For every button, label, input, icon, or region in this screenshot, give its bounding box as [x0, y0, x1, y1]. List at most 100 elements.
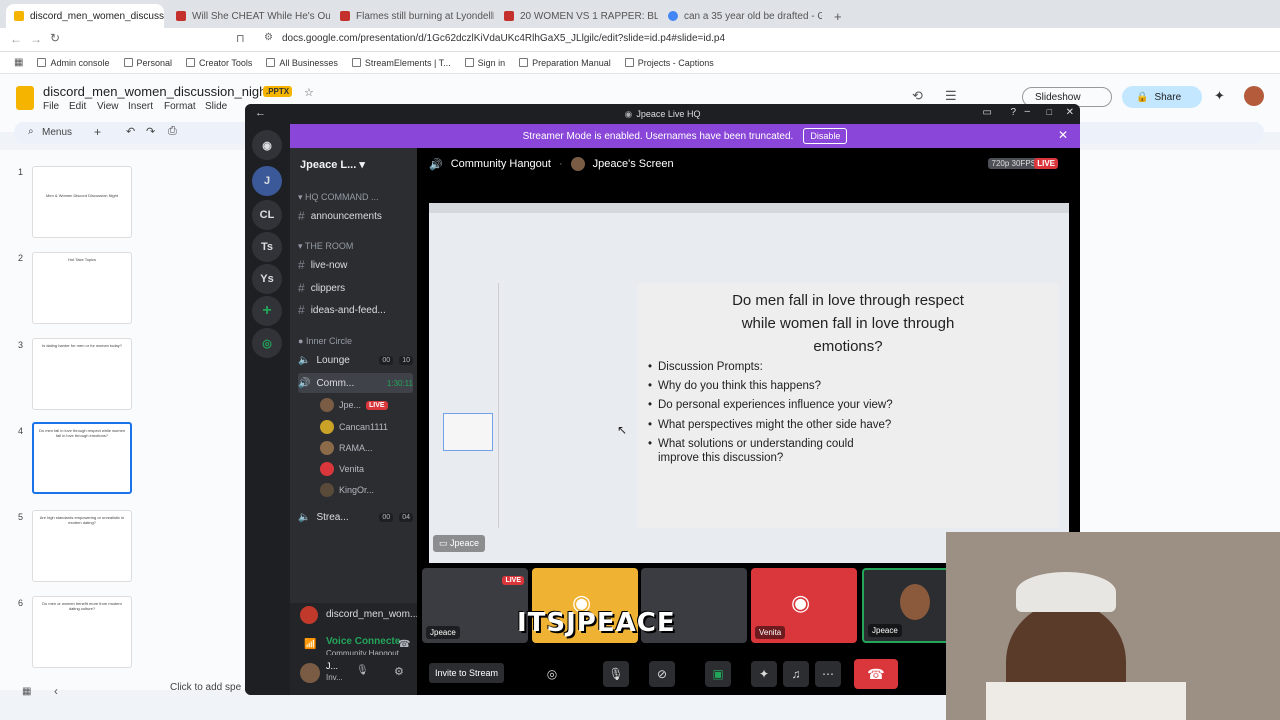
stream-selected-thumbnail	[443, 413, 493, 451]
maximize-icon[interactable]: □	[1047, 107, 1052, 117]
activity-icon[interactable]: ◎	[539, 661, 565, 687]
site-info-icon[interactable]: ⚙	[264, 32, 273, 43]
print-icon[interactable]: ⎙	[168, 125, 177, 138]
server-icon[interactable]: CL	[252, 200, 282, 230]
bookmark-item[interactable]: Admin console	[37, 58, 110, 68]
server-icon[interactable]: Ys	[252, 264, 282, 294]
slide-thumbnail[interactable]: Hot Take Topics	[32, 252, 132, 324]
history-icon[interactable]: ⟲	[912, 88, 923, 104]
bookmark-item[interactable]: Sign in	[464, 58, 505, 68]
channel-lounge[interactable]: 🔈 Lounge 00 10	[298, 350, 413, 370]
add-server-icon[interactable]: +	[252, 296, 282, 326]
menu-format[interactable]: Format	[164, 101, 196, 112]
channel-stream[interactable]: 🔈 Strea... 00 04	[298, 507, 413, 527]
minimize-icon[interactable]: –	[1024, 106, 1030, 117]
undo-icon[interactable]: ↶	[126, 125, 135, 138]
slide-thumbnail[interactable]: Is dating harder for men or for women to…	[32, 338, 132, 410]
category-inner[interactable]: ● Inner Circle	[298, 336, 352, 346]
url-field[interactable]: docs.google.com/presentation/d/1Gc62dczl…	[282, 33, 725, 44]
account-avatar[interactable]	[1244, 86, 1264, 106]
menu-slide[interactable]: Slide	[205, 101, 227, 112]
slide-thumbnail[interactable]: Are high standards empowering or unreali…	[32, 510, 132, 582]
comments-icon[interactable]: ☰	[945, 88, 957, 104]
signal-icon: 📶	[304, 639, 317, 650]
bookmark-item[interactable]: Preparation Manual	[519, 58, 611, 68]
redo-icon[interactable]: ↷	[146, 125, 155, 138]
share-button[interactable]: 🔒 Share	[1122, 86, 1202, 108]
microphone-icon[interactable]: 🎙	[356, 665, 369, 676]
bookmark-item[interactable]: Projects - Captions	[624, 58, 714, 68]
direct-messages-icon[interactable]: ◉	[252, 130, 282, 160]
browser-tab[interactable]: Will She CHEAT While He's Out Of To	[168, 4, 330, 28]
document-title[interactable]: discord_men_women_discussion_night	[43, 84, 270, 99]
channel-timer: 1:30:11	[386, 378, 413, 388]
close-icon[interactable]: ✕	[1058, 128, 1068, 142]
bookmark-item[interactable]: All Businesses	[266, 58, 338, 68]
help-icon[interactable]: ?	[1010, 107, 1016, 118]
slide-thumbnail[interactable]: Men & Women Discord Discussion Night	[32, 166, 132, 238]
bookmark-icon[interactable]: ⊓	[236, 32, 245, 45]
microphone-icon[interactable]: 🎙	[603, 661, 629, 687]
voice-user[interactable]: KingOr...	[320, 481, 374, 499]
apps-icon[interactable]: ▦	[14, 57, 23, 68]
inbox-icon[interactable]: ▭	[983, 107, 992, 118]
voice-user[interactable]: Venita	[320, 460, 364, 478]
menu-file[interactable]: File	[43, 101, 59, 112]
server-header[interactable]: Jpeace L... ▾	[290, 148, 417, 178]
browser-tab-active[interactable]: discord_men_women_discussio✕	[6, 4, 164, 28]
bookmark-item[interactable]: StreamElements | T...	[351, 58, 451, 68]
back-icon[interactable]: ←	[255, 107, 266, 119]
voice-user[interactable]: Cancan1111	[320, 418, 388, 436]
browser-tab[interactable]: 20 WOMEN VS 1 RAPPER: BLOODHO	[496, 4, 658, 28]
server-icon[interactable]: Ts	[252, 232, 282, 262]
new-tab-button[interactable]: +	[826, 4, 846, 28]
speaker-notes[interactable]: Click to add spe	[170, 682, 241, 693]
new-slide-icon[interactable]: +	[94, 125, 101, 139]
category-room[interactable]: ▾ THE ROOM	[298, 241, 353, 252]
star-icon[interactable]: ☆	[304, 86, 314, 99]
channel-clippers[interactable]: # clippers	[298, 278, 413, 298]
channel-live-now[interactable]: # live-now	[298, 255, 413, 275]
gemini-icon[interactable]: ✦	[1214, 88, 1225, 104]
channel-ideas[interactable]: # ideas-and-feed...	[298, 300, 413, 320]
camera-off-icon[interactable]: ⊘	[649, 661, 675, 687]
slide-thumbnail-selected[interactable]: Do men fall in love through respect whil…	[32, 422, 132, 494]
browser-tab[interactable]: Flames still burning at LyondellBasell	[332, 4, 494, 28]
slide-title-line: while women fall in love through	[741, 315, 955, 332]
settings-icon[interactable]: ⚙	[394, 665, 404, 678]
bookmark-item[interactable]: Personal	[123, 58, 172, 68]
browser-tab[interactable]: can a 35 year old be drafted - Googl	[660, 4, 822, 28]
grid-view-icon[interactable]: ▦	[22, 686, 31, 697]
shared-screen[interactable]: Do men fall in love through respect whil…	[429, 203, 1069, 563]
bookmark-item[interactable]: Creator Tools	[186, 58, 252, 68]
channel-announcements[interactable]: # announcements	[298, 206, 413, 226]
hang-up-button[interactable]: ☎	[854, 659, 898, 689]
reload-icon[interactable]: ↻	[50, 31, 60, 45]
category-hq[interactable]: ▾ HQ COMMAND ...	[298, 192, 379, 203]
search-menus[interactable]: Menus	[42, 127, 72, 138]
menu-edit[interactable]: Edit	[69, 101, 86, 112]
participant-tile[interactable]: ◉ Venita	[751, 568, 857, 643]
close-icon[interactable]: ✕	[1066, 107, 1074, 118]
forward-icon[interactable]: →	[30, 32, 42, 46]
search-icon[interactable]: ⌕	[28, 126, 34, 137]
menu-insert[interactable]: Insert	[128, 101, 153, 112]
more-icon[interactable]: ⋯	[815, 661, 841, 687]
disconnect-icon[interactable]: ☎	[398, 639, 410, 650]
voice-user[interactable]: RAMA...	[320, 439, 373, 457]
user-avatar[interactable]	[300, 663, 320, 683]
screen-share-icon[interactable]: ▣	[705, 661, 731, 687]
channel-community[interactable]: 🔊 Comm... 1:30:11	[298, 373, 413, 393]
participant-tile[interactable]: LIVE Jpeace	[422, 568, 528, 643]
voice-user[interactable]: Jpe... LIVE	[320, 396, 388, 414]
collapse-panel-icon[interactable]: ‹	[54, 684, 58, 698]
invite-to-stream-button[interactable]: Invite to Stream	[429, 663, 505, 683]
back-icon[interactable]: ←	[10, 32, 22, 46]
disable-button[interactable]: Disable	[803, 128, 848, 144]
soundboard-icon[interactable]: ♫	[783, 661, 809, 687]
activities-icon[interactable]: ✦	[751, 661, 777, 687]
server-icon-jpeace[interactable]: J	[252, 166, 282, 196]
menu-view[interactable]: View	[97, 101, 119, 112]
slide-thumbnail[interactable]: Do men or women benefit more from modern…	[32, 596, 132, 668]
explore-icon[interactable]: ◎	[252, 328, 282, 358]
